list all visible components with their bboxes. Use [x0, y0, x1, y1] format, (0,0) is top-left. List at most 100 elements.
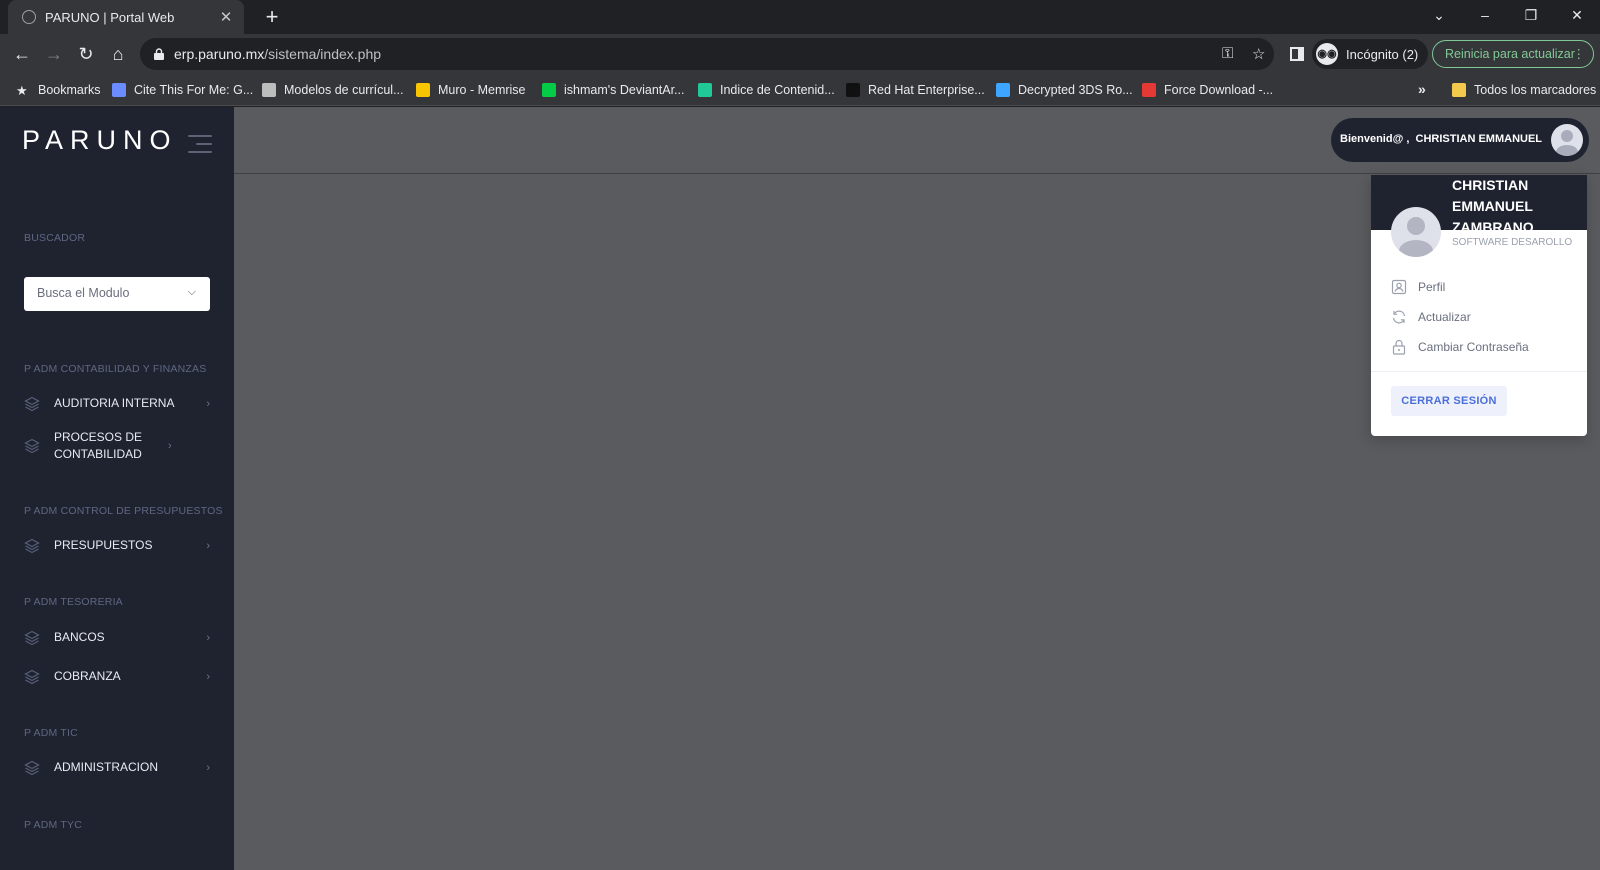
- bookmark-label: Force Download -...: [1164, 83, 1274, 97]
- bookmark-label: Bookmarks: [38, 83, 101, 97]
- browser-tab[interactable]: PARUNO | Portal Web ✕: [8, 0, 244, 34]
- bookmark-item[interactable]: Cite This For Me: G...: [112, 81, 253, 99]
- user-avatar-icon: [1556, 130, 1578, 156]
- chevron-right-icon: ›: [206, 631, 210, 644]
- bookmark-label: Red Hat Enterprise...: [868, 83, 985, 97]
- layers-icon: [24, 538, 40, 554]
- bookmarks-overflow-icon[interactable]: »: [1418, 81, 1426, 97]
- layers-icon: [24, 396, 40, 412]
- sidebar-item[interactable]: BANCOS ›: [24, 629, 210, 646]
- back-button[interactable]: ←: [10, 42, 34, 66]
- home-button[interactable]: ⌂: [106, 42, 130, 66]
- sidebar-item[interactable]: PRESUPUESTOS ›: [24, 537, 210, 554]
- change-password-label: Cambiar Contraseña: [1418, 340, 1529, 354]
- paruno-logo[interactable]: PARUNO: [22, 125, 178, 156]
- url-text[interactable]: erp.paruno.mx/sistema/index.php: [174, 46, 381, 62]
- sidebar-item-label: BANCOS: [54, 630, 105, 644]
- close-window-button[interactable]: ✕: [1554, 0, 1600, 30]
- layers-icon: [24, 438, 40, 454]
- tab-search-icon[interactable]: ⌄: [1416, 0, 1462, 30]
- avatar: [1391, 207, 1441, 257]
- memrise-icon: [416, 83, 430, 97]
- sidebar-item[interactable]: COBRANZA ›: [24, 668, 210, 685]
- sidebar-item[interactable]: PROCESOS DE CONTABILIDAD ›: [24, 429, 210, 463]
- close-tab-icon[interactable]: ✕: [218, 8, 234, 26]
- key-icon[interactable]: ⚿: [1222, 45, 1233, 62]
- bookmark-label: Muro - Memrise: [438, 83, 526, 97]
- layers-icon: [24, 669, 40, 685]
- sidebar-item-label: AUDITORIA INTERNA: [54, 396, 175, 410]
- module-search-placeholder: Busca el Modulo: [37, 286, 130, 300]
- bookmark-item[interactable]: ishmam's DeviantAr...: [542, 81, 684, 99]
- bookmark-label: Decrypted 3DS Ro...: [1018, 83, 1133, 97]
- profile-menu-item[interactable]: Perfil: [1391, 279, 1445, 295]
- browser-toolbar: ← → ↻ ⌂ erp.paruno.mx/sistema/index.php …: [0, 34, 1600, 74]
- sidebar: PARUNO BUSCADOR Busca el Modulo ⌵ P ADM …: [0, 107, 234, 870]
- bookmark-item[interactable]: Indice de Contenid...: [698, 81, 835, 99]
- tab-title: PARUNO | Portal Web: [45, 9, 175, 25]
- bookmark-item[interactable]: Red Hat Enterprise...: [846, 81, 985, 99]
- folder-icon: [1452, 83, 1466, 97]
- side-panel-icon[interactable]: [1290, 47, 1304, 61]
- chevron-right-icon: ›: [168, 440, 172, 452]
- chevron-right-icon: ›: [206, 539, 210, 552]
- bookmarks-bar: » Todos los marcadores ★ Bookmarks Cite Th…: [0, 74, 1600, 106]
- bookmark-item[interactable]: Muro - Memrise: [416, 81, 526, 99]
- padlock-icon: [1392, 339, 1406, 355]
- bookmark-label: Cite This For Me: G...: [134, 83, 254, 97]
- sidebar-item[interactable]: AUDITORIA INTERNA ›: [24, 395, 210, 412]
- page-content: PARUNO BUSCADOR Busca el Modulo ⌵ P ADM …: [0, 107, 1600, 870]
- refresh-label: Actualizar: [1418, 310, 1471, 324]
- update-label: Reinicia para actualizar: [1445, 47, 1575, 61]
- sidebar-section-label: P ADM CONTROL DE PRESUPUESTOS: [24, 505, 223, 517]
- incognito-label: Incógnito (2): [1346, 46, 1419, 62]
- reload-button[interactable]: ↻: [74, 42, 98, 66]
- user-full-name: CHRISTIAN EMMANUEL ZAMBRANO: [1452, 177, 1534, 235]
- minimize-button[interactable]: –: [1462, 0, 1508, 30]
- menu-toggle-icon[interactable]: [188, 135, 212, 159]
- user-role: SOFTWARE DESAROLLO: [1452, 237, 1573, 248]
- dropdown-divider: [1371, 371, 1587, 372]
- bookmark-star-icon[interactable]: ☆: [1252, 45, 1265, 63]
- all-bookmarks-folder[interactable]: Todos los marcadores: [1452, 81, 1596, 99]
- user-avatar-icon: [1399, 217, 1433, 257]
- incognito-indicator[interactable]: ◉◉ Incógnito (2): [1312, 39, 1429, 69]
- star-icon: ★: [16, 83, 28, 98]
- lock-icon[interactable]: [154, 48, 164, 60]
- more-menu-icon[interactable]: ⋮: [1573, 41, 1586, 67]
- diamond-icon: [698, 83, 712, 97]
- book-icon: [112, 83, 126, 97]
- change-password-menu-item[interactable]: Cambiar Contraseña: [1391, 339, 1529, 355]
- chevron-right-icon: ›: [206, 761, 210, 774]
- sidebar-item[interactable]: ADMINISTRACION ›: [24, 759, 210, 776]
- chevron-down-icon: ⌵: [187, 286, 196, 298]
- chevron-right-icon: ›: [206, 397, 210, 410]
- new-tab-button[interactable]: +: [258, 3, 286, 31]
- sidebar-section-label: P ADM TIC: [24, 727, 78, 739]
- bookmark-item[interactable]: Decrypted 3DS Ro...: [996, 81, 1133, 99]
- logout-button[interactable]: CERRAR SESIÓN: [1391, 386, 1507, 416]
- sidebar-section-label: P ADM CONTABILIDAD Y FINANZAS: [24, 363, 207, 375]
- update-button[interactable]: Reinicia para actualizar ⋮: [1432, 40, 1594, 68]
- address-bar[interactable]: erp.paruno.mx/sistema/index.php ⚿ ☆: [140, 38, 1274, 70]
- user-dropdown-menu: CHRISTIAN EMMANUEL ZAMBRANO SOFTWARE DES…: [1371, 175, 1587, 436]
- profile-icon: [1391, 279, 1407, 295]
- all-bookmarks-label: Todos los marcadores: [1474, 83, 1597, 97]
- module-search-select[interactable]: Busca el Modulo ⌵: [24, 277, 210, 311]
- restore-button[interactable]: ❐: [1508, 0, 1554, 30]
- refresh-menu-item[interactable]: Actualizar: [1391, 309, 1471, 325]
- avatar[interactable]: [1551, 124, 1583, 156]
- search-section-label: BUSCADOR: [24, 232, 86, 244]
- welcome-text: Bienvenid@ , CHRISTIAN EMMANUEL: [1340, 133, 1543, 145]
- forward-button[interactable]: →: [42, 42, 66, 66]
- chevron-right-icon: ›: [206, 670, 210, 683]
- bookmark-item[interactable]: Force Download -...: [1142, 81, 1273, 99]
- fd-icon: [1142, 83, 1156, 97]
- sidebar-item-label: PROCESOS DE CONTABILIDAD: [54, 430, 143, 461]
- bookmark-item[interactable]: Modelos de currícul...: [262, 81, 404, 99]
- sidebar-item-label: ADMINISTRACION: [54, 760, 159, 774]
- bookmark-item[interactable]: ★ Bookmarks: [16, 81, 101, 99]
- user-welcome-pill[interactable]: Bienvenid@ , CHRISTIAN EMMANUEL: [1331, 118, 1589, 162]
- deviantart-icon: [542, 83, 556, 97]
- topbar-divider: [234, 173, 1600, 174]
